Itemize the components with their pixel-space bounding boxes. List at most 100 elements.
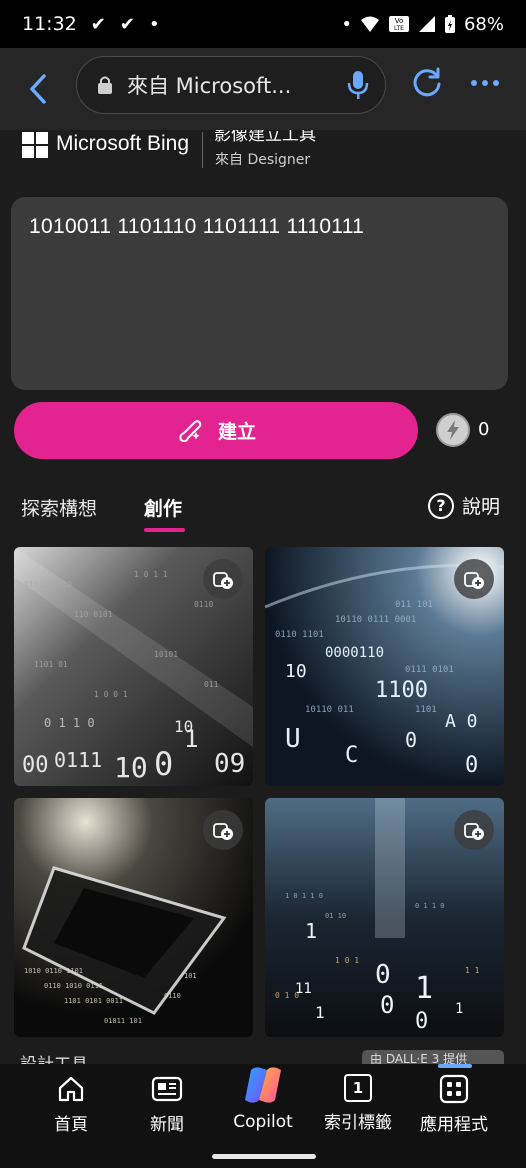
svg-text:01011 101: 01011 101	[104, 1017, 142, 1025]
svg-text:A 0: A 0	[445, 711, 478, 732]
svg-text:0110: 0110	[164, 992, 181, 1000]
help-label: 說明	[462, 496, 501, 518]
svg-text:LTE: LTE	[394, 25, 404, 32]
svg-text:01 10: 01 10	[325, 912, 346, 920]
svg-text:011 101: 011 101	[395, 600, 433, 610]
prompt-text[interactable]: 1010011 1101110 1101111 1110111	[29, 215, 364, 238]
svg-text:0: 0	[380, 991, 394, 1019]
svg-text:00: 00	[22, 753, 49, 778]
checkmark-icon: ✔	[119, 13, 135, 35]
svg-text:09: 09	[214, 749, 245, 779]
svg-text:C: C	[345, 743, 358, 768]
microphone-icon[interactable]	[347, 69, 369, 101]
boost-icon[interactable]	[436, 413, 470, 447]
svg-text:Vo: Vo	[395, 17, 404, 25]
nav-copilot[interactable]: Copilot	[213, 1064, 313, 1132]
apps-icon	[439, 1074, 469, 1104]
collection-add-icon[interactable]	[203, 810, 243, 850]
nav-news[interactable]: 新聞	[117, 1074, 217, 1135]
battery-percent: 68%	[463, 13, 504, 35]
svg-text:0000110: 0000110	[325, 645, 384, 661]
generated-image-4[interactable]: 10 10 01 11 1 0 1 01 11 0 1 1 0 1 1 00 1 …	[265, 798, 504, 1037]
svg-text:0111 0101: 0111 0101	[405, 665, 454, 675]
page-title: 影像建立工具	[214, 130, 316, 145]
battery-icon	[444, 15, 455, 33]
page-header: Microsoft Bing 影像建立工具 來自 Designer	[0, 130, 526, 182]
svg-text:1: 1	[315, 1003, 325, 1022]
svg-text:0: 0	[405, 728, 417, 752]
svg-text:1101 0101 0011: 1101 0101 0011	[64, 997, 123, 1005]
more-options-button[interactable]	[462, 60, 508, 106]
svg-text:1: 1	[305, 919, 317, 943]
paint-brush-icon	[179, 419, 202, 442]
svg-text:0: 0	[465, 753, 478, 778]
checkmark-icon: ✔	[90, 13, 106, 35]
nav-news-label: 新聞	[150, 1115, 184, 1135]
brand-name[interactable]: Microsoft Bing	[56, 132, 189, 156]
svg-text:10110 011: 10110 011	[305, 705, 354, 715]
tab-active-indicator	[144, 528, 185, 532]
svg-text:011: 011	[204, 680, 219, 689]
svg-text:1101: 1101	[415, 705, 437, 715]
collection-add-icon[interactable]	[203, 559, 243, 599]
prompt-input[interactable]: 1010011 1101110 1101111 1110111	[11, 197, 508, 390]
browser-toolbar: 來自 Microsoft...	[0, 48, 526, 130]
svg-text:0: 0	[154, 745, 173, 783]
dot-icon: •	[148, 13, 160, 35]
svg-text:1 0 1: 1 0 1	[335, 956, 359, 965]
status-bar: 11:32 ✔ ✔ • • Vo LTE 68%	[0, 0, 526, 48]
create-button[interactable]: 建立	[14, 402, 418, 459]
svg-text:10: 10	[174, 717, 193, 736]
svg-text:0 1 0: 0 1 0	[275, 991, 299, 1000]
nav-tabs-label: 索引標籤	[324, 1113, 392, 1133]
svg-text:1 0 1 1 0: 1 0 1 1 0	[285, 892, 323, 900]
page-subtitle: 來自 Designer	[215, 152, 311, 168]
svg-text:1 1: 1 1	[465, 966, 480, 975]
tab-create[interactable]: 創作	[144, 494, 182, 521]
home-gesture-bar[interactable]	[212, 1154, 316, 1159]
svg-text:0: 0	[375, 960, 391, 990]
help-button[interactable]: ? 說明	[428, 492, 500, 519]
tabs-count: 1	[352, 1079, 364, 1097]
bottom-navigation: 首頁 新聞 Copilot 1 索引標籤 應用程式	[0, 1064, 526, 1168]
svg-text:1: 1	[415, 971, 433, 1006]
create-label: 建立	[217, 421, 256, 443]
wifi-icon	[360, 16, 379, 32]
generated-image-1[interactable]: 00 0111 10 0 1 09 10 0 1 1 0 01011 1010 110 0…	[14, 547, 253, 786]
tab-explore[interactable]: 探索構想	[21, 494, 97, 521]
collection-add-icon[interactable]	[454, 559, 494, 599]
refresh-button[interactable]	[404, 60, 450, 106]
svg-text:U: U	[285, 724, 301, 754]
volte-icon: VoLTE	[388, 16, 409, 32]
svg-text:1010 0110 1101: 1010 0110 1101	[24, 967, 83, 975]
svg-text:0 1 1 0: 0 1 1 0	[44, 716, 95, 730]
collection-add-icon[interactable]	[454, 810, 494, 850]
status-time: 11:32	[22, 13, 77, 35]
dot-icon: •	[341, 13, 352, 35]
svg-text:110 0101: 110 0101	[74, 610, 113, 619]
refresh-icon	[413, 67, 441, 97]
nav-apps[interactable]: 應用程式	[404, 1074, 504, 1135]
home-icon	[58, 1076, 84, 1102]
address-bar[interactable]: 來自 Microsoft...	[76, 56, 386, 114]
header-divider	[202, 132, 203, 168]
svg-text:0110 1010 0111: 0110 1010 0111	[44, 982, 103, 990]
svg-text:1: 1	[455, 1001, 463, 1017]
svg-text:1101 01: 1101 01	[34, 660, 68, 669]
svg-text:10: 10	[285, 661, 307, 682]
svg-text:01011 1010: 01011 1010	[24, 580, 72, 589]
back-button[interactable]	[8, 59, 68, 119]
generated-image-3[interactable]: 1010 0110 1101 0110 1010 0111 1101 0101 0…	[14, 798, 253, 1037]
tabs-icon: 1	[344, 1074, 372, 1102]
svg-text:0 1 1 0: 0 1 1 0	[415, 902, 445, 910]
address-text[interactable]: 來自 Microsoft...	[127, 70, 347, 100]
svg-text:101: 101	[184, 972, 197, 980]
generated-image-2[interactable]: 10 0000110 1100 U C 0 A 0 0 0110 1101 10110 0…	[265, 547, 504, 786]
svg-text:10110 0111 0001: 10110 0111 0001	[335, 615, 416, 625]
news-icon	[151, 1076, 183, 1102]
signal-icon	[418, 16, 435, 32]
nav-tabs[interactable]: 1 索引標籤	[308, 1074, 408, 1133]
svg-text:0111: 0111	[54, 748, 102, 772]
svg-text:10101: 10101	[154, 650, 178, 659]
nav-home[interactable]: 首頁	[21, 1074, 121, 1135]
